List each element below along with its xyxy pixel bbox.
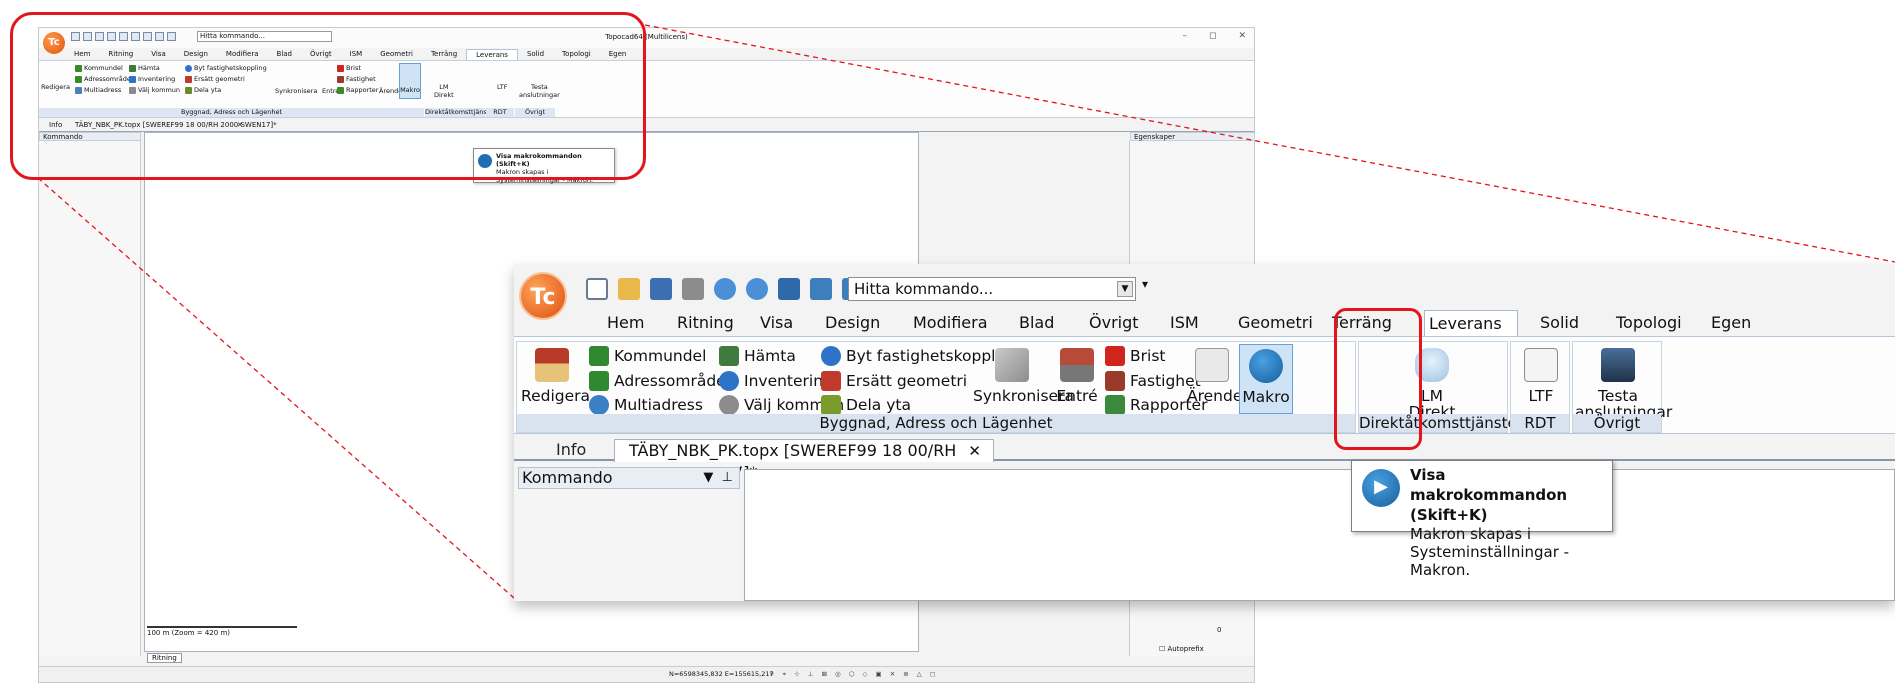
open-icon[interactable] xyxy=(618,278,640,300)
play-macro-icon: ▶ xyxy=(1362,469,1400,507)
hamta-button[interactable]: Hämta xyxy=(719,346,796,366)
redo-icon[interactable] xyxy=(746,278,768,300)
status-bar: N=6598345,832 E=155615,217 ✳ ⌖ ⊹ ⊥ ⊠ ◎ ⬡… xyxy=(39,666,1254,682)
arende-button[interactable]: Ärende xyxy=(1187,348,1242,404)
document-tab[interactable]: TÄBY_NBK_PK.topx [SWEREF99 18 00/RH 2000… xyxy=(614,439,994,482)
brist-button[interactable]: Brist xyxy=(1105,346,1165,366)
ltf-button[interactable]: LTF xyxy=(1517,348,1565,404)
kommando-panel-header: Kommando ▼ ⊥ xyxy=(518,467,740,489)
kommundel-icon xyxy=(589,346,609,366)
play-macro-icon xyxy=(1249,349,1283,383)
adressomrade-button[interactable]: Adressområde xyxy=(589,371,726,391)
gear-icon xyxy=(719,395,739,415)
tab-geometri[interactable]: Geometri xyxy=(1234,310,1317,337)
ribbon: Redigera Kommundel Adressområde Multiadr… xyxy=(514,336,1895,434)
close-icon[interactable]: ✕ xyxy=(968,440,981,462)
ersatt-geometri-button[interactable]: Ersätt geometri xyxy=(821,371,967,391)
kommando-panel-small xyxy=(39,141,141,656)
inventering-icon xyxy=(719,371,739,391)
testa-anslutningar-button[interactable]: Testa anslutningar xyxy=(1575,348,1672,420)
fastighet-icon xyxy=(1105,371,1125,391)
ersatt-geometri-icon xyxy=(821,371,841,391)
makro-tooltip: ▶ Visa makrokommandon (Skift+K) Makron s… xyxy=(1351,460,1613,579)
group-label-rdt: RDT xyxy=(1511,414,1569,432)
inventering-button[interactable]: Inventering xyxy=(719,371,833,391)
kommando-panel: Kommando ▼ ⊥ xyxy=(514,463,740,601)
app-logo-zoomed[interactable]: Tc xyxy=(519,272,567,320)
print-icon[interactable] xyxy=(682,278,704,300)
group-label-ovrigt: Övrigt xyxy=(1573,414,1661,432)
entre-icon xyxy=(1060,348,1094,382)
drawing-canvas[interactable] xyxy=(744,469,1895,601)
coordinate-readout: N=6598345,832 E=155615,217 xyxy=(669,670,774,678)
zero-readout: 0 xyxy=(1217,626,1222,634)
screen-icon[interactable] xyxy=(810,278,832,300)
scale-line xyxy=(147,626,297,628)
save-icon[interactable] xyxy=(650,278,672,300)
makro-button[interactable]: Makro xyxy=(1239,344,1293,414)
synkronisera-icon xyxy=(995,348,1029,382)
window-controls: – ◻ ✕ xyxy=(1182,31,1246,41)
synkronisera-button[interactable]: Synkronisera xyxy=(973,348,1074,404)
house-icon xyxy=(535,348,569,382)
hamta-icon xyxy=(719,346,739,366)
zoomed-ribbon-view: Tc Hitta kommando... ▼ ▾ Hem Ritning Visa… xyxy=(514,264,1895,601)
entre-button[interactable]: Entré xyxy=(1055,348,1099,404)
close-window-button[interactable]: ✕ xyxy=(1238,31,1246,41)
dela-yta-icon xyxy=(821,395,841,415)
app-logo[interactable]: Tc xyxy=(43,32,65,54)
tab-egen[interactable]: Egen xyxy=(1707,310,1755,337)
byt-fastighetskoppling-icon xyxy=(821,346,841,366)
minimize-button[interactable]: – xyxy=(1182,31,1187,41)
tab-ism[interactable]: ISM xyxy=(1166,310,1203,337)
document-icon xyxy=(1524,348,1558,382)
snap-tools[interactable]: ✳ ⌖ ⊹ ⊥ ⊠ ◎ ⬡ ◇ ▣ ✕ ⊕ △ ◻ xyxy=(769,670,938,679)
quick-access-toolbar-zoomed xyxy=(586,278,864,300)
maximize-button[interactable]: ◻ xyxy=(1209,31,1216,41)
redigera-button[interactable]: Redigera xyxy=(521,348,590,404)
tab-blad[interactable]: Blad xyxy=(1015,310,1058,337)
macro-icon[interactable] xyxy=(778,278,800,300)
sheet-tab-ritning[interactable]: Ritning xyxy=(147,653,182,663)
group-rdt: LTF RDT xyxy=(1510,341,1570,433)
tab-ritning[interactable]: Ritning xyxy=(673,310,738,337)
customize-qat-icon[interactable]: ▾ xyxy=(1142,277,1148,291)
tab-modifiera[interactable]: Modifiera xyxy=(909,310,992,337)
group-ovrigt: Testa anslutningar Övrigt xyxy=(1572,341,1672,433)
multiadress-icon xyxy=(589,395,609,415)
autoprefix-checkbox[interactable]: ☐ Autoprefix xyxy=(1159,645,1204,653)
undo-icon[interactable] xyxy=(714,278,736,300)
flag-icon xyxy=(1105,346,1125,366)
multiadress-button[interactable]: Multiadress xyxy=(589,395,703,415)
kommundel-button[interactable]: Kommundel xyxy=(589,346,706,366)
tab-hem[interactable]: Hem xyxy=(603,310,648,337)
makro-highlight-box xyxy=(1334,308,1422,450)
callout-highlight-box xyxy=(10,12,646,180)
group-label-byggnad: Byggnad, Adress och Lägenhet xyxy=(517,414,1355,432)
tab-solid[interactable]: Solid xyxy=(1536,310,1583,337)
tab-topologi[interactable]: Topologi xyxy=(1612,310,1686,337)
new-icon[interactable] xyxy=(586,278,608,300)
tab-visa[interactable]: Visa xyxy=(756,310,797,337)
server-icon xyxy=(1601,348,1635,382)
white-flag-icon xyxy=(1195,348,1229,382)
info-tab[interactable]: Info xyxy=(526,439,612,462)
ribbon-tabs: Hem Ritning Visa Design Modifiera Blad Ö… xyxy=(574,310,1895,337)
scale-bar: 100 m (Zoom = 420 m) xyxy=(147,626,297,637)
egenskaper-header-small: Egenskaper xyxy=(1130,132,1255,141)
group-byggnad: Redigera Kommundel Adressområde Multiadr… xyxy=(516,341,1356,433)
document-tabs: Info TÄBY_NBK_PK.topx [SWEREF99 18 00/RH… xyxy=(514,436,1895,482)
dela-yta-button[interactable]: Dela yta xyxy=(821,395,911,415)
tab-leverans[interactable]: Leverans xyxy=(1424,310,1518,337)
find-command-input-zoomed[interactable]: Hitta kommando... ▼ xyxy=(848,277,1136,301)
tab-design[interactable]: Design xyxy=(821,310,884,337)
panel-pin-icon[interactable]: ▼ ⊥ xyxy=(703,468,733,488)
adressomrade-icon xyxy=(589,371,609,391)
rapporter-icon xyxy=(1105,395,1125,415)
tab-ovrigt[interactable]: Övrigt xyxy=(1085,310,1143,337)
chevron-down-icon[interactable]: ▼ xyxy=(1117,281,1133,297)
